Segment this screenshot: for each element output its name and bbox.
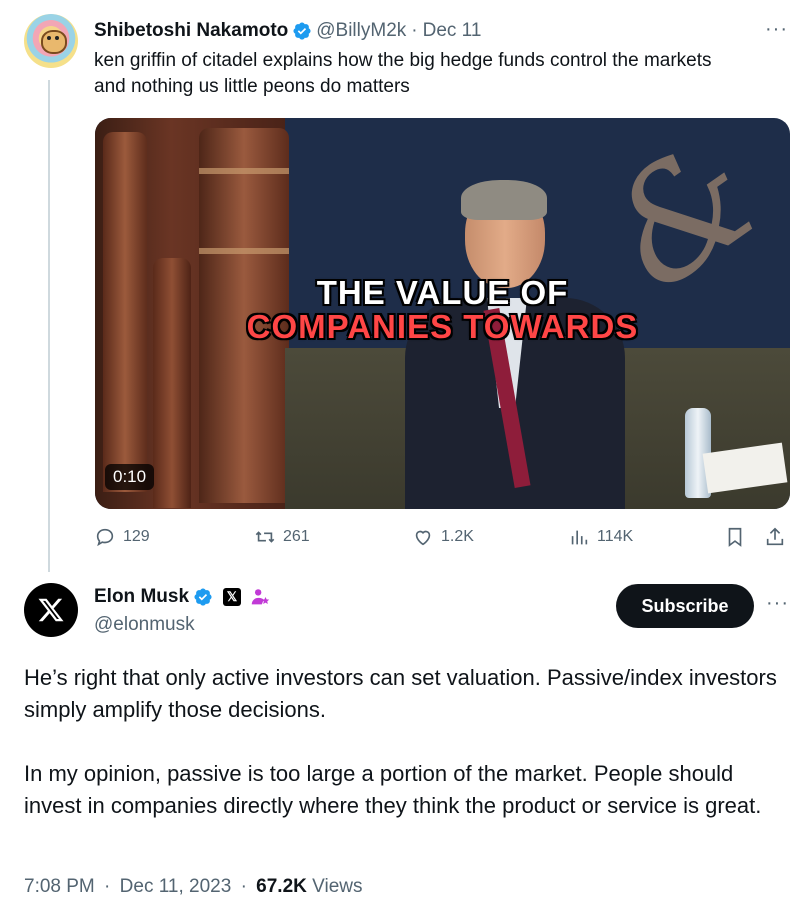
- author-name[interactable]: Shibetoshi Nakamoto: [94, 20, 288, 42]
- tweet-meta: 7:08 PM · Dec 11, 2023 · 67.2K Views: [24, 876, 363, 898]
- tweet-date[interactable]: Dec 11, 2023: [120, 876, 232, 897]
- caption-line: THE VALUE OF: [316, 274, 569, 311]
- bookmark-icon: [728, 527, 742, 547]
- avatar[interactable]: [24, 14, 78, 68]
- more-options-button[interactable]: ···: [766, 592, 789, 615]
- separator: ·: [104, 876, 111, 897]
- x-logo-icon: [38, 598, 64, 622]
- video-duration: 0:10: [105, 464, 155, 490]
- repost-count: 261: [283, 528, 310, 545]
- reply-icon: [96, 528, 114, 547]
- avatar[interactable]: [24, 583, 78, 637]
- video-caption: THE VALUE OF COMPANIES TOWARDS: [95, 276, 790, 344]
- quoted-tweet-header: Shibetoshi Nakamoto @BillyM2k · Dec 11: [94, 18, 481, 44]
- subscribe-button[interactable]: Subscribe: [616, 584, 754, 628]
- verified-badge-icon: [293, 22, 311, 40]
- main-tweet-header: Elon Musk 𝕏: [94, 586, 271, 608]
- thread-line: [48, 80, 50, 572]
- author-handle[interactable]: @BillyM2k: [316, 20, 406, 42]
- share-button[interactable]: [764, 526, 786, 553]
- video-player[interactable]: & THE VALUE OF COMPANIES TOWARDS 0:10: [95, 118, 790, 509]
- views-icon: [571, 530, 588, 545]
- separator: ·: [240, 876, 247, 897]
- affiliate-icon: [251, 589, 270, 605]
- tweet-paragraph: He’s right that only active investors ca…: [24, 665, 777, 722]
- quoted-tweet-text: ken griffin of citadel explains how the …: [94, 48, 794, 100]
- like-button[interactable]: 1.2K: [412, 526, 474, 548]
- views-button[interactable]: 114K: [568, 526, 633, 548]
- views-count: 114K: [597, 528, 634, 545]
- tweet-paragraph: In my opinion, passive is too large a po…: [24, 761, 762, 818]
- bookmark-button[interactable]: [724, 526, 746, 553]
- x-badge-icon: 𝕏: [223, 588, 242, 606]
- avatar-eye: [55, 36, 59, 40]
- more-options-button[interactable]: ···: [765, 18, 788, 41]
- caption-line: COMPANIES TOWARDS: [246, 308, 639, 345]
- tweet-actions: 129 261 1.2K 114K: [94, 526, 794, 554]
- share-icon: [766, 527, 784, 546]
- author-name[interactable]: Elon Musk: [94, 586, 189, 608]
- reply-button[interactable]: 129: [94, 526, 150, 548]
- avatar-face: [41, 30, 67, 54]
- like-count: 1.2K: [441, 528, 474, 545]
- main-tweet-text: He’s right that only active investors ca…: [24, 662, 792, 822]
- views-count: 67.2K: [256, 876, 307, 897]
- tweet-time[interactable]: 7:08 PM: [24, 876, 95, 897]
- repost-button[interactable]: 261: [254, 526, 310, 548]
- reply-count: 129: [123, 528, 150, 545]
- separator: ·: [411, 20, 418, 41]
- like-icon: [415, 530, 431, 546]
- tweet-text-line: and nothing us little peons do matters: [94, 76, 410, 97]
- avatar-eye: [47, 36, 51, 40]
- author-handle[interactable]: @elonmusk: [94, 614, 195, 636]
- tweet-text-line: ken griffin of citadel explains how the …: [94, 50, 712, 71]
- repost-icon: [255, 531, 275, 543]
- verified-badge-icon: [194, 588, 212, 606]
- views-label: Views: [312, 876, 363, 897]
- tweet-date[interactable]: Dec 11: [423, 20, 482, 42]
